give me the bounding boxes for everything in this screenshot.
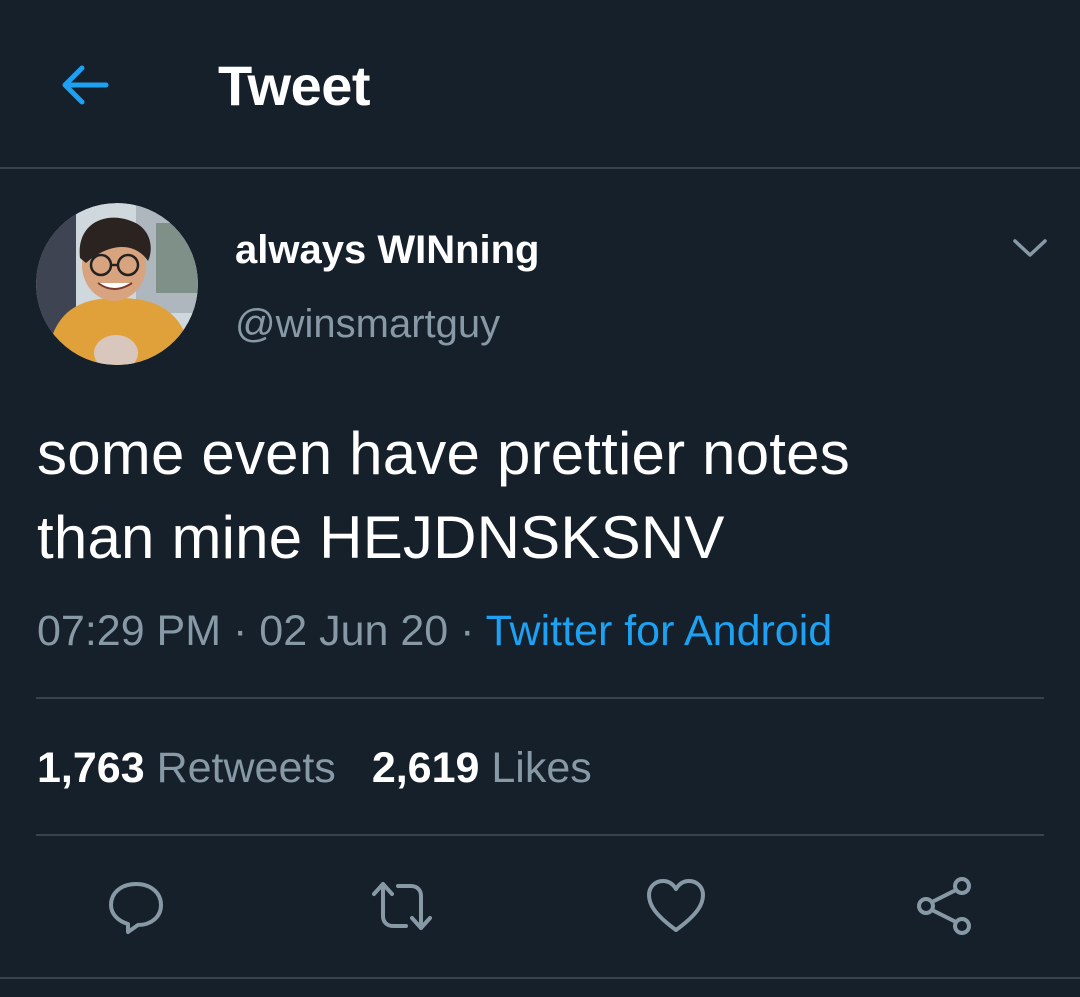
like-button[interactable] (640, 870, 712, 942)
author-handle[interactable]: @winsmartguy (235, 299, 500, 349)
likes-stat[interactable]: 2,619 Likes (372, 740, 592, 796)
share-icon (917, 877, 971, 935)
top-app-bar: Tweet (0, 0, 1080, 169)
tweet-text: some even have prettier notes than mine … (37, 412, 1047, 580)
page-title: Tweet (218, 54, 371, 117)
tweet-metadata: 07:29 PM · 02 Jun 20 · Twitter for Andro… (37, 603, 832, 659)
back-button[interactable] (50, 55, 120, 115)
arrow-left-icon (62, 65, 109, 105)
tweet-stats: 1,763 Retweets 2,619 Likes (37, 740, 592, 796)
chevron-down-icon (1013, 238, 1047, 257)
likes-label: Likes (491, 744, 592, 792)
reply-button[interactable] (100, 870, 172, 942)
retweet-button[interactable] (366, 870, 438, 942)
likes-count: 2,619 (371, 744, 480, 792)
tweet-date: 02 Jun 20 (259, 607, 449, 655)
divider (36, 697, 1044, 699)
like-icon (647, 879, 705, 932)
retweets-stat[interactable]: 1,763 Retweets (37, 740, 336, 796)
tweet-text-line: than mine HEJDNSKSNV (37, 504, 725, 571)
avatar[interactable] (36, 203, 198, 365)
divider (0, 977, 1080, 979)
tweet-options-button[interactable] (1005, 225, 1055, 270)
reply-icon (109, 882, 163, 934)
divider (36, 834, 1044, 836)
tweet-text-line: some even have prettier notes (37, 420, 850, 487)
meta-separator: · (233, 607, 248, 655)
tweet-time: 07:29 PM (37, 607, 222, 655)
retweets-count: 1,763 (37, 744, 145, 792)
tweet-source-link[interactable]: Twitter for Android (486, 607, 833, 655)
meta-separator: · (460, 607, 475, 655)
author-display-name[interactable]: always WINning (235, 225, 540, 275)
share-button[interactable] (908, 870, 980, 942)
retweets-label: Retweets (156, 744, 336, 792)
retweet-icon (372, 882, 432, 930)
